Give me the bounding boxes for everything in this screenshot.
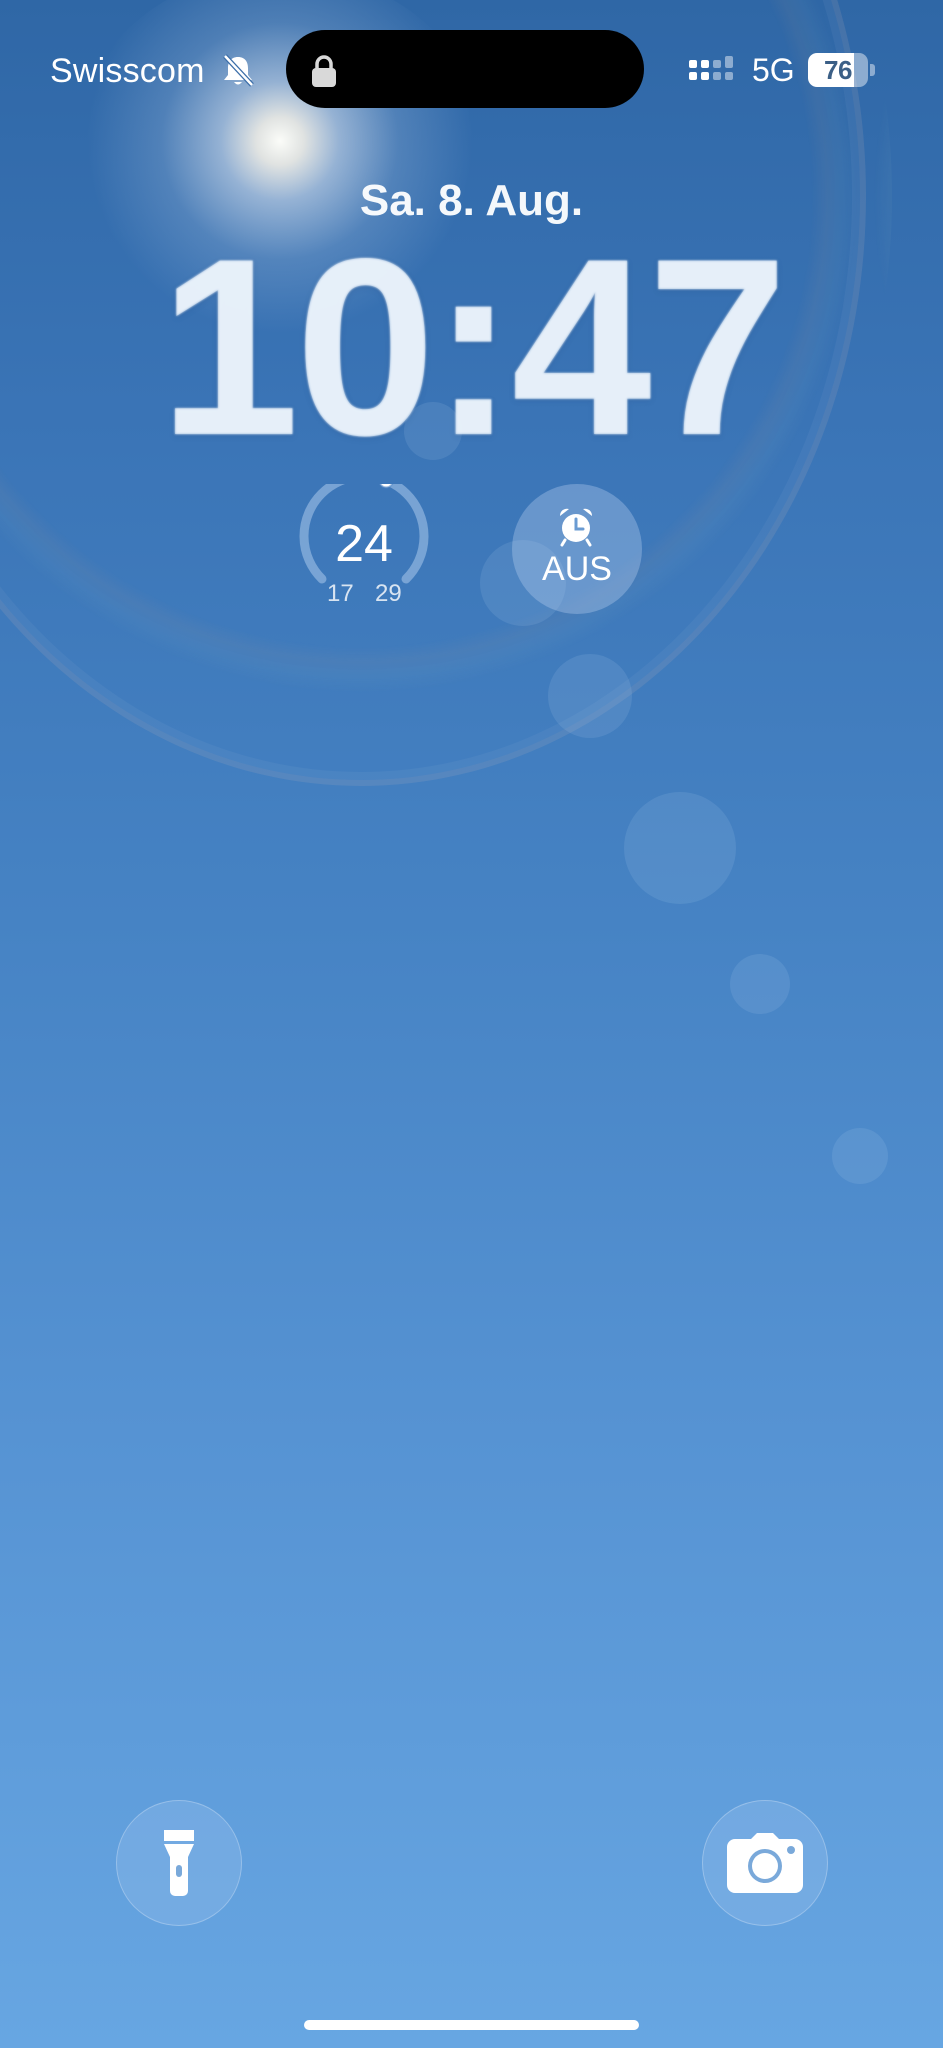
alarm-clock-icon	[556, 506, 596, 548]
alarm-status: AUS	[542, 550, 612, 588]
flashlight-icon	[161, 1827, 197, 1899]
current-temperature: 24	[335, 515, 393, 573]
bell-slash-icon	[219, 52, 257, 90]
lens-flare	[832, 1128, 888, 1184]
flashlight-button[interactable]	[116, 1800, 242, 1926]
lens-flare	[624, 792, 736, 904]
lock-icon	[310, 54, 338, 88]
lens-flare	[548, 654, 632, 738]
battery-level: 76	[824, 55, 852, 85]
weather-widget[interactable]: 24 17 29	[299, 484, 429, 610]
dynamic-island	[286, 30, 644, 108]
low-temperature: 17	[327, 580, 354, 607]
battery-indicator: 76	[808, 53, 876, 87]
status-bar: Swisscom 5G 76	[0, 0, 943, 140]
camera-icon	[727, 1833, 803, 1893]
signal-icon	[688, 54, 736, 86]
alarm-widget[interactable]: AUS	[512, 484, 642, 614]
home-indicator[interactable]	[304, 2020, 639, 2030]
carrier-name: Swisscom	[50, 52, 205, 90]
network-type: 5G	[752, 52, 795, 88]
lock-screen: Swisscom 5G 76 Sa. 8. Aug. 10:47 24 17 2…	[0, 0, 943, 2048]
lock-screen-time: 10:47	[159, 207, 788, 488]
camera-button[interactable]	[702, 1800, 828, 1926]
lens-flare	[730, 954, 790, 1014]
high-temperature: 29	[375, 580, 402, 607]
